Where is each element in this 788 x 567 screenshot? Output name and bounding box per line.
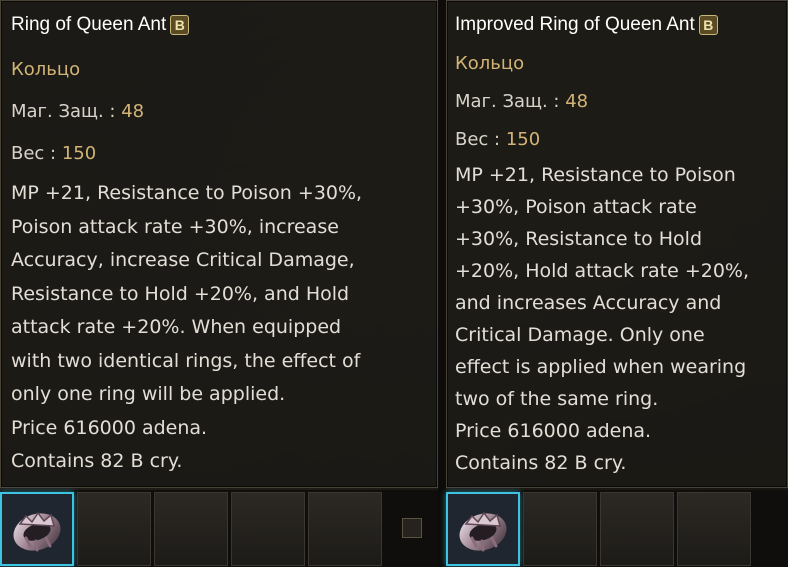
grade-badge: B: [170, 15, 190, 35]
stat-label: Вес :: [11, 143, 62, 164]
tooltip-content: Improved Ring of Queen Ant B Кольцо Маг.…: [455, 9, 779, 479]
item-tooltip-left: Ring of Queen Ant B Кольцо Маг. Защ. : 4…: [0, 0, 438, 488]
tooltip-title-row: Ring of Queen Ant B: [11, 9, 429, 41]
price-line: Price 616000 adena.: [11, 416, 208, 439]
description-line: effect is applied when wearing: [455, 356, 747, 378]
stat-label: Маг. Защ. :: [11, 101, 122, 122]
description-line: Accuracy, increase Critical Damage,: [11, 249, 355, 271]
item-title: Improved Ring of Queen Ant: [455, 14, 695, 35]
inventory-slot-selected[interactable]: [446, 492, 520, 566]
item-title: Ring of Queen Ant: [11, 14, 167, 35]
stat-label: Маг. Защ. :: [455, 91, 566, 112]
description-line: Poison attack rate +30%, increase: [11, 215, 339, 238]
description-line: attack rate +20%. When equipped: [11, 316, 342, 338]
ring-of-queen-ant-icon: [459, 511, 507, 552]
description-line: two of the same ring.: [455, 388, 659, 410]
stat-value: 48: [565, 91, 589, 112]
price-line: Price 616000 adena.: [455, 420, 652, 442]
stat-value: 48: [121, 101, 145, 122]
item-description: MP +21, Resistance to Poison +30%, Poiso…: [11, 177, 429, 479]
inventory-slot-row-right: [446, 490, 788, 567]
panel-divider: [438, 0, 446, 567]
description-line: +20%, Hold attack rate +20%,: [455, 260, 750, 282]
tooltip-content: Ring of Queen Ant B Кольцо Маг. Защ. : 4…: [11, 9, 429, 479]
slot-scroll-marker[interactable]: [402, 518, 422, 538]
stat-weight: Вес : 150: [455, 129, 779, 153]
crystals-line: Contains 82 B cry.: [11, 450, 183, 472]
description-line: and increases Accuracy and: [455, 292, 722, 314]
item-description: MP +21, Resistance to Poison +30%, Poiso…: [455, 159, 779, 479]
stat-label: Вес :: [455, 129, 506, 150]
tooltip-title-row: Improved Ring of Queen Ant B: [455, 9, 779, 41]
inventory-slot[interactable]: [231, 492, 305, 566]
description-line: Critical Damage. Only one: [455, 324, 705, 346]
inventory-slot[interactable]: [77, 492, 151, 566]
stat-value: 150: [61, 143, 97, 164]
inventory-slot[interactable]: [677, 492, 751, 566]
ring-of-queen-ant-icon: [13, 511, 61, 552]
inventory-slot-selected[interactable]: [0, 492, 74, 566]
stat-magic-defense: Маг. Защ. : 48: [455, 91, 779, 115]
stat-magic-defense: Маг. Защ. : 48: [11, 101, 429, 125]
description-line: +30%, Resistance to Hold: [455, 228, 703, 250]
description-line: with two identical rings, the effect of: [11, 349, 361, 372]
item-tooltip-right: Improved Ring of Queen Ant B Кольцо Маг.…: [446, 0, 788, 488]
inventory-slot-row-left: [0, 490, 438, 567]
description-line: only one ring will be applied.: [11, 383, 286, 405]
inventory-slot[interactable]: [308, 492, 382, 566]
grade-badge: B: [698, 15, 718, 35]
description-line: Resistance to Hold +20%, and Hold: [11, 282, 350, 305]
item-type: Кольцо: [455, 53, 525, 74]
stat-weight: Вес : 150: [11, 143, 429, 167]
inventory-slot[interactable]: [523, 492, 597, 566]
description-line: MP +21, Resistance to Poison: [455, 164, 736, 186]
description-line: +30%, Poison attack rate: [455, 196, 697, 218]
stat-value: 150: [505, 129, 541, 150]
crystals-line: Contains 82 B cry.: [455, 452, 627, 474]
inventory-slot[interactable]: [600, 492, 674, 566]
inventory-slot[interactable]: [154, 492, 228, 566]
item-type: Кольцо: [11, 59, 81, 80]
description-line: MP +21, Resistance to Poison +30%,: [11, 182, 363, 204]
